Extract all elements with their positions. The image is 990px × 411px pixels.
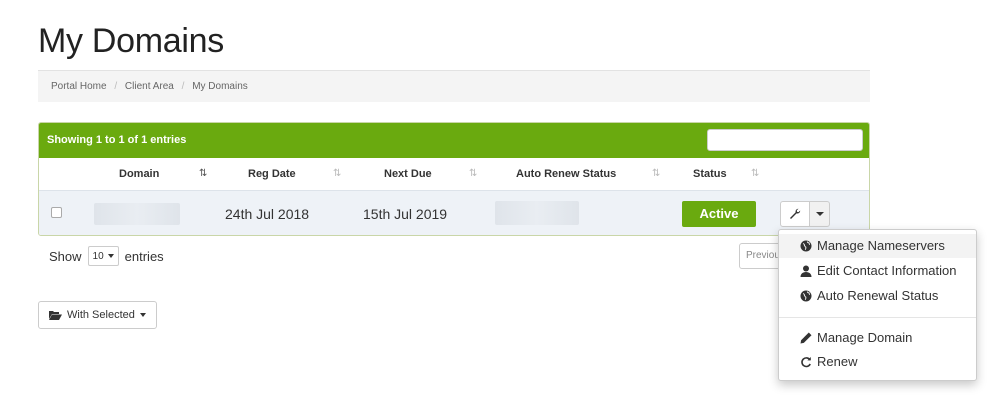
column-header-row: Domain ⇅ Reg Date ⇅ Next Due ⇅ Auto Rene… bbox=[39, 158, 869, 191]
column-header-reg-date[interactable]: Reg Date bbox=[248, 158, 296, 190]
folder-open-icon bbox=[49, 311, 62, 320]
manage-button[interactable] bbox=[780, 201, 810, 227]
column-header-domain[interactable]: Domain bbox=[119, 158, 159, 190]
domain-actions-dropdown: Manage Nameservers Edit Contact Informat… bbox=[778, 229, 977, 381]
menu-item-renew[interactable]: Renew bbox=[779, 350, 976, 374]
table-header-bar: Showing 1 to 1 of 1 entries bbox=[39, 123, 869, 158]
breadcrumb-client-area[interactable]: Client Area bbox=[125, 81, 174, 92]
table-search-input[interactable] bbox=[707, 129, 863, 151]
menu-item-label: Edit Contact Information bbox=[817, 263, 957, 278]
entries-select-value: 10 bbox=[92, 250, 104, 262]
actions-dropdown-toggle[interactable] bbox=[810, 201, 830, 227]
menu-item-label: Renew bbox=[817, 354, 858, 369]
caret-down-icon bbox=[107, 254, 114, 258]
entries-per-page-select[interactable]: 10 bbox=[87, 246, 119, 266]
breadcrumb-separator: / bbox=[181, 81, 185, 92]
row-checkbox[interactable] bbox=[51, 207, 62, 218]
column-header-status[interactable]: Status bbox=[693, 158, 727, 190]
menu-divider bbox=[779, 317, 976, 318]
status-badge: Active bbox=[682, 201, 756, 227]
sort-icon[interactable]: ⇅ bbox=[751, 158, 759, 190]
sort-icon[interactable]: ⇅ bbox=[652, 158, 660, 190]
column-header-auto-renew[interactable]: Auto Renew Status bbox=[516, 158, 616, 190]
menu-item-manage-domain[interactable]: Manage Domain bbox=[779, 326, 976, 350]
menu-item-auto-renewal-status[interactable]: Auto Renewal Status bbox=[779, 284, 976, 308]
caret-down-icon bbox=[139, 313, 146, 317]
showing-entries-text: Showing 1 to 1 of 1 entries bbox=[47, 134, 187, 146]
wrench-icon bbox=[790, 208, 801, 219]
globe-icon bbox=[800, 240, 812, 252]
menu-item-label: Auto Renewal Status bbox=[817, 288, 939, 303]
menu-item-edit-contact-information[interactable]: Edit Contact Information bbox=[779, 259, 976, 283]
row-actions-button-group bbox=[780, 201, 830, 227]
caret-down-icon bbox=[815, 212, 824, 216]
sort-icon[interactable]: ⇅ bbox=[333, 158, 341, 190]
menu-item-manage-nameservers[interactable]: Manage Nameservers bbox=[779, 234, 976, 258]
with-selected-label: With Selected bbox=[67, 309, 135, 321]
sort-icon[interactable]: ⇅ bbox=[469, 158, 477, 190]
entries-label: entries bbox=[124, 248, 164, 264]
auto-renew-status-blurred bbox=[495, 201, 579, 225]
page-title: My Domains bbox=[38, 22, 224, 60]
breadcrumb-portal-home[interactable]: Portal Home bbox=[51, 81, 107, 92]
breadcrumb-separator: / bbox=[114, 81, 118, 92]
refresh-icon bbox=[800, 356, 812, 368]
domains-table: Showing 1 to 1 of 1 entries Domain ⇅ Reg… bbox=[38, 122, 870, 236]
pencil-icon bbox=[800, 332, 812, 344]
breadcrumb: Portal Home / Client Area / My Domains bbox=[38, 70, 870, 102]
next-due-cell: 15th Jul 2019 bbox=[363, 206, 448, 222]
with-selected-button[interactable]: With Selected bbox=[38, 301, 157, 329]
breadcrumb-current: My Domains bbox=[192, 81, 248, 92]
domain-name-blurred[interactable] bbox=[94, 203, 180, 225]
globe-icon bbox=[800, 290, 812, 302]
menu-item-label: Manage Domain bbox=[817, 330, 913, 345]
page-length-control: Show 10 entries bbox=[49, 246, 164, 266]
sort-asc-icon[interactable]: ⇅ bbox=[199, 158, 207, 190]
column-header-next-due[interactable]: Next Due bbox=[384, 158, 432, 190]
show-label: Show bbox=[49, 248, 82, 264]
user-icon bbox=[800, 265, 812, 277]
table-row: 24th Jul 2018 15th Jul 2019 Active bbox=[39, 191, 869, 235]
menu-item-label: Manage Nameservers bbox=[817, 238, 945, 253]
reg-date-cell: 24th Jul 2018 bbox=[225, 206, 310, 222]
